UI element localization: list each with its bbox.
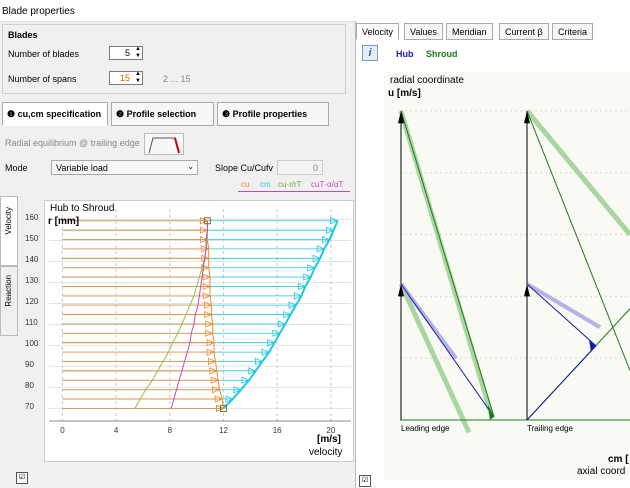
le-shroud-line xyxy=(400,110,495,418)
num-spans-value: 15 xyxy=(119,73,130,83)
y-tick-label: 80 xyxy=(25,381,34,391)
chevron-down-icon: ⌄ xyxy=(187,162,194,171)
mode-value: Variable load xyxy=(56,163,108,173)
y-axis-label: r [mm] xyxy=(48,216,80,227)
y-tick-label: 100 xyxy=(25,339,39,349)
slope-input[interactable]: 0 xyxy=(277,160,323,175)
trailing-edge-label: Trailing edge xyxy=(527,424,573,433)
chart-title: Hub to Shroud xyxy=(50,203,115,214)
spans-range-hint: 2 ... 15 xyxy=(163,74,191,84)
te-hub-line xyxy=(526,283,597,347)
tab-meridian[interactable]: Meridian xyxy=(446,23,493,40)
spinner-arrows-icon[interactable]: ▲ ▼ xyxy=(135,71,141,85)
te-hub-band xyxy=(525,282,602,329)
tab-number-icon: ❸ xyxy=(222,109,231,119)
tab-label: Profile selection xyxy=(126,109,197,119)
tab-label: Profile properties xyxy=(232,109,308,119)
legend-cm[interactable]: cm xyxy=(260,180,271,189)
num-blades-label: Number of blades xyxy=(8,49,80,59)
export-checkbox-icon[interactable]: ☑ xyxy=(16,472,28,484)
y-tick-label: 140 xyxy=(25,255,39,265)
te-arrow-head xyxy=(589,339,596,352)
mode-select[interactable]: Variable load ⌄ xyxy=(51,160,198,175)
le-hub-line xyxy=(400,283,495,418)
tab-number-icon: ❶ xyxy=(7,109,16,119)
info-icon[interactable]: i xyxy=(362,45,378,61)
side-tab-label: Reaction xyxy=(4,275,13,307)
legend-underline xyxy=(238,191,350,192)
side-tab-velocity[interactable]: Velocity xyxy=(0,196,18,266)
side-tab-reaction[interactable]: Reaction xyxy=(0,266,18,336)
side-tab-label: Velocity xyxy=(4,207,13,235)
export-checkbox-icon[interactable]: ☑ xyxy=(359,475,371,487)
radial-equilibrium-label: Radial equilibrium @ trailing edge xyxy=(5,138,140,148)
num-blades-value: 5 xyxy=(124,48,130,58)
y-tick-label: 90 xyxy=(25,360,34,370)
te-shroud-line xyxy=(526,110,630,371)
tab-velocity[interactable]: Velocity xyxy=(356,23,400,40)
velocity-triangles-svg: 01020304050 xyxy=(369,107,630,434)
right-x-axis-unit: cm [ xyxy=(608,454,629,465)
tab-number-icon: ❷ xyxy=(116,109,125,119)
velocity-triangle-chart: 01020304050 radial coordinate u [m/s] Le… xyxy=(369,72,630,480)
tab-profile-properties[interactable]: ❸ Profile properties xyxy=(217,102,329,126)
x-axis-unit: [m/s] xyxy=(317,434,341,445)
mode-label: Mode xyxy=(5,163,28,173)
right-chart-title: radial coordinate xyxy=(390,75,464,86)
x-tick-label: 12 xyxy=(219,426,228,435)
radial-equilibrium-toggle[interactable] xyxy=(144,133,184,155)
x-tick-label: 4 xyxy=(114,426,119,435)
y-tick-label: 130 xyxy=(25,276,39,286)
te-shroud-band xyxy=(525,109,630,237)
window-title: Blade properties xyxy=(2,6,75,17)
x-tick-label: 16 xyxy=(273,426,282,435)
right-x-axis-label: axial coord xyxy=(577,466,626,477)
right-y-axis-label: u [m/s] xyxy=(388,88,421,99)
slope-label: Slope Cu/Cufv xyxy=(215,163,274,173)
x-tick-label: 0 xyxy=(60,426,65,435)
tab-criteria[interactable]: Criteria xyxy=(552,23,594,40)
slope-value: 0 xyxy=(312,163,318,173)
legend-cu-r[interactable]: cu·r/rT xyxy=(278,180,302,189)
x-tick-label: 8 xyxy=(168,426,173,435)
num-blades-spinner[interactable]: 5 ▲ ▼ xyxy=(109,46,143,60)
curve-shape-icon xyxy=(148,137,180,154)
legend-cut-alpha[interactable]: cuT·α/αT xyxy=(311,180,343,189)
y-tick-label: 150 xyxy=(25,234,39,244)
te-hub-line2 xyxy=(526,345,597,421)
y-tick-label: 120 xyxy=(25,297,39,307)
blades-section-title: Blades xyxy=(8,30,38,40)
x-axis-label: velocity xyxy=(309,447,343,458)
tab-values[interactable]: Values xyxy=(404,23,443,40)
leading-edge-label: Leading edge xyxy=(401,424,450,433)
window-title-bar: Blade properties xyxy=(0,0,630,22)
tab-cucm-specification[interactable]: ❶ cu,cm specification xyxy=(2,102,108,126)
shroud-label: Shroud xyxy=(426,49,458,59)
num-spans-label: Number of spans xyxy=(8,74,77,84)
velocity-chart-svg: 0 4 8 12 16 20 xyxy=(49,209,351,435)
tab-profile-selection[interactable]: ❷ Profile selection xyxy=(111,102,214,126)
num-spans-spinner[interactable]: 15 ▲ ▼ xyxy=(109,71,143,85)
hub-label: Hub xyxy=(396,49,414,59)
tab-label: cu,cm specification xyxy=(17,109,102,119)
spinner-arrows-icon[interactable]: ▲ ▼ xyxy=(135,46,141,60)
tab-current-beta[interactable]: Current β xyxy=(499,23,549,40)
legend-cu[interactable]: cu xyxy=(241,180,249,189)
y-tick-label: 110 xyxy=(25,318,38,328)
y-tick-label: 160 xyxy=(25,213,39,223)
hub-to-shroud-chart: 0 4 8 12 16 20 Hub to Shroud r [mm] [m/s] vel… xyxy=(44,200,354,462)
y-tick-label: 70 xyxy=(25,402,34,412)
